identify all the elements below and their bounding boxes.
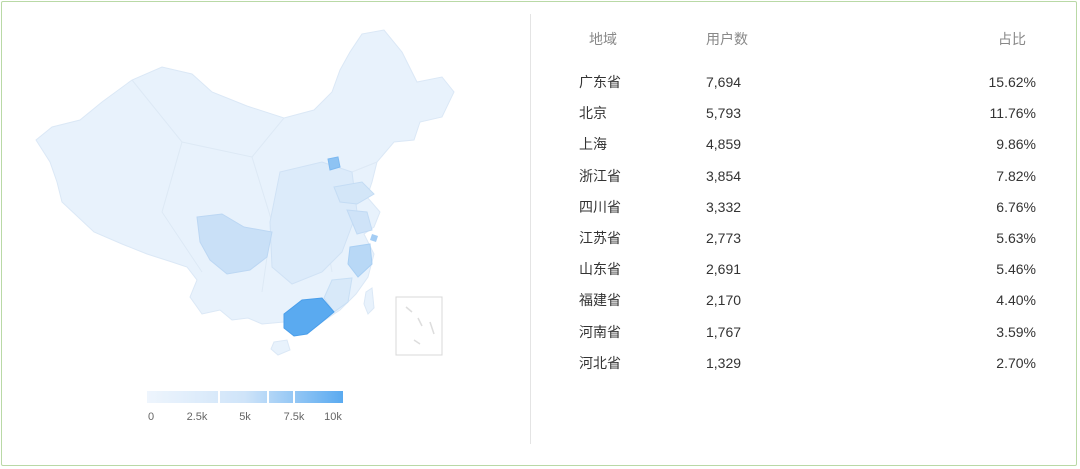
- share-cell: 5.63%: [996, 230, 1036, 246]
- share-cell: 5.46%: [996, 261, 1036, 278]
- color-scale-bar: [147, 391, 343, 403]
- region-cell: 福建省: [579, 292, 621, 309]
- users-cell: 2,170: [706, 292, 742, 309]
- share-cell: 7.82%: [996, 167, 1036, 184]
- users-cell: 1,329: [706, 354, 742, 371]
- map-shanghai[interactable]: [370, 234, 378, 242]
- region-table: 地域 用户数 占比 广东省 7,694 15.62% 北京 5,793 11.76% 上海 4…: [531, 2, 1078, 467]
- south-china-sea-inset: [395, 296, 443, 356]
- map-panel: 0 2.5k 5k 7.5k 10k: [2, 2, 530, 467]
- legend-tick: [293, 391, 295, 403]
- users-cell: 3,332: [706, 198, 742, 215]
- legend-label-0: 0: [147, 411, 155, 423]
- map-landmass[interactable]: [35, 29, 455, 335]
- table-row[interactable]: 河北省 1,329 2.70%: [531, 353, 1078, 383]
- users-cell: 2,691: [706, 261, 742, 278]
- legend-tick: [267, 391, 269, 403]
- region-cell: 河北省: [579, 354, 621, 371]
- legend-label-7.5k: 7.5k: [283, 411, 305, 423]
- header-users[interactable]: 用户数: [706, 29, 748, 49]
- users-cell: 7,694: [706, 74, 742, 90]
- region-cell: 河南省: [579, 323, 621, 340]
- legend-label-10k: 10k: [324, 411, 342, 423]
- legend-tick: [218, 391, 220, 403]
- share-cell: 11.76%: [989, 105, 1036, 122]
- region-cell: 浙江省: [579, 167, 621, 184]
- legend-label-5k: 5k: [239, 411, 251, 423]
- header-region[interactable]: 地域: [589, 29, 617, 49]
- share-cell: 4.40%: [996, 292, 1036, 309]
- header-share[interactable]: 占比: [998, 29, 1026, 49]
- users-cell: 5,793: [706, 105, 742, 122]
- share-cell: 3.59%: [996, 323, 1036, 340]
- table-row[interactable]: 福建省 2,170 4.40%: [531, 290, 1078, 320]
- table-row[interactable]: 浙江省 3,854 7.82%: [531, 166, 1078, 196]
- china-choropleth-map: [35, 29, 455, 356]
- region-cell: 江苏省: [579, 230, 621, 246]
- table-row[interactable]: 河南省 1,767 3.59%: [531, 322, 1078, 352]
- region-cell: 北京: [579, 105, 607, 122]
- map-beijing[interactable]: [327, 156, 341, 171]
- share-cell: 6.76%: [996, 198, 1036, 215]
- map-hainan[interactable]: [270, 339, 291, 356]
- legend-label-2.5k: 2.5k: [186, 411, 208, 423]
- region-cell: 山东省: [579, 261, 621, 278]
- users-cell: 1,767: [706, 323, 742, 340]
- table-row[interactable]: 北京 5,793 11.76%: [531, 103, 1078, 133]
- table-row[interactable]: 广东省 7,694 15.62%: [531, 72, 1078, 102]
- table-row[interactable]: 江苏省 2,773 5.63%: [531, 228, 1078, 258]
- table-row[interactable]: 四川省 3,332 6.76%: [531, 197, 1078, 227]
- share-cell: 2.70%: [996, 354, 1036, 371]
- map-taiwan[interactable]: [363, 287, 375, 315]
- region-cell: 四川省: [579, 198, 621, 215]
- share-cell: 9.86%: [996, 136, 1036, 153]
- table-row[interactable]: 上海 4,859 9.86%: [531, 134, 1078, 164]
- users-cell: 2,773: [706, 230, 742, 246]
- region-cell: 广东省: [579, 74, 621, 90]
- share-cell: 15.62%: [988, 74, 1036, 90]
- table-row[interactable]: 山东省 2,691 5.46%: [531, 259, 1078, 289]
- dashboard-frame: 0 2.5k 5k 7.5k 10k 地域 用户数 占比 广东省 7,694 15.…: [1, 1, 1077, 466]
- region-cell: 上海: [579, 136, 607, 153]
- users-cell: 4,859: [706, 136, 742, 153]
- users-cell: 3,854: [706, 167, 742, 184]
